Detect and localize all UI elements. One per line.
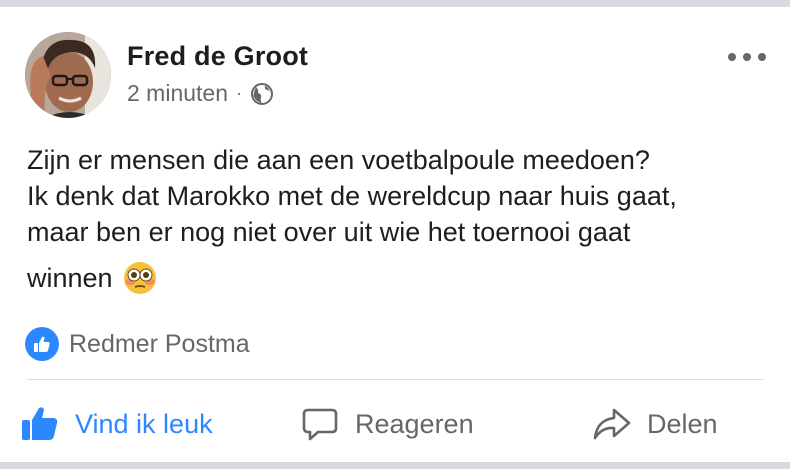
post-text: Zijn er mensen die aan een voetbalpoule … [27, 142, 772, 296]
reactor-names[interactable]: Redmer Postma [69, 330, 250, 359]
avatar[interactable] [25, 32, 111, 118]
divider [27, 379, 763, 380]
post-text-line: maar ben er nog niet over uit wie het to… [27, 217, 631, 247]
flushed-face-emoji [123, 261, 157, 295]
post-text-line: Ik denk dat Marokko met de wereldcup naa… [27, 181, 677, 211]
like-label: Vind ik leuk [75, 408, 213, 439]
like-icon [25, 327, 59, 361]
comment-button[interactable]: Reageren [300, 400, 474, 448]
action-bar: Vind ik leuk Reageren Delen [0, 400, 790, 450]
reactions-summary[interactable]: Redmer Postma [25, 327, 250, 361]
post-card: Fred de Groot 2 minuten · Zijn er mensen… [0, 7, 790, 462]
post-text-last-line: winnen [27, 260, 772, 296]
share-label: Delen [647, 408, 718, 439]
more-options-icon[interactable] [728, 47, 766, 67]
more-dot [758, 53, 766, 61]
share-icon [592, 404, 632, 444]
post-text-line: winnen [27, 263, 113, 293]
globe-icon[interactable] [250, 82, 274, 106]
meta-separator: · [236, 83, 243, 103]
comment-icon [300, 404, 340, 444]
author-name[interactable]: Fred de Groot [127, 41, 308, 72]
timestamp[interactable]: 2 minuten [127, 80, 228, 107]
more-dot [743, 53, 751, 61]
more-dot [728, 53, 736, 61]
post-text-line: Zijn er mensen die aan een voetbalpoule … [27, 145, 650, 175]
like-button[interactable]: Vind ik leuk [20, 400, 213, 448]
thumbs-up-icon [20, 404, 60, 444]
share-button[interactable]: Delen [592, 400, 718, 448]
comment-label: Reageren [355, 408, 474, 439]
post-meta: 2 minuten · [127, 80, 274, 107]
